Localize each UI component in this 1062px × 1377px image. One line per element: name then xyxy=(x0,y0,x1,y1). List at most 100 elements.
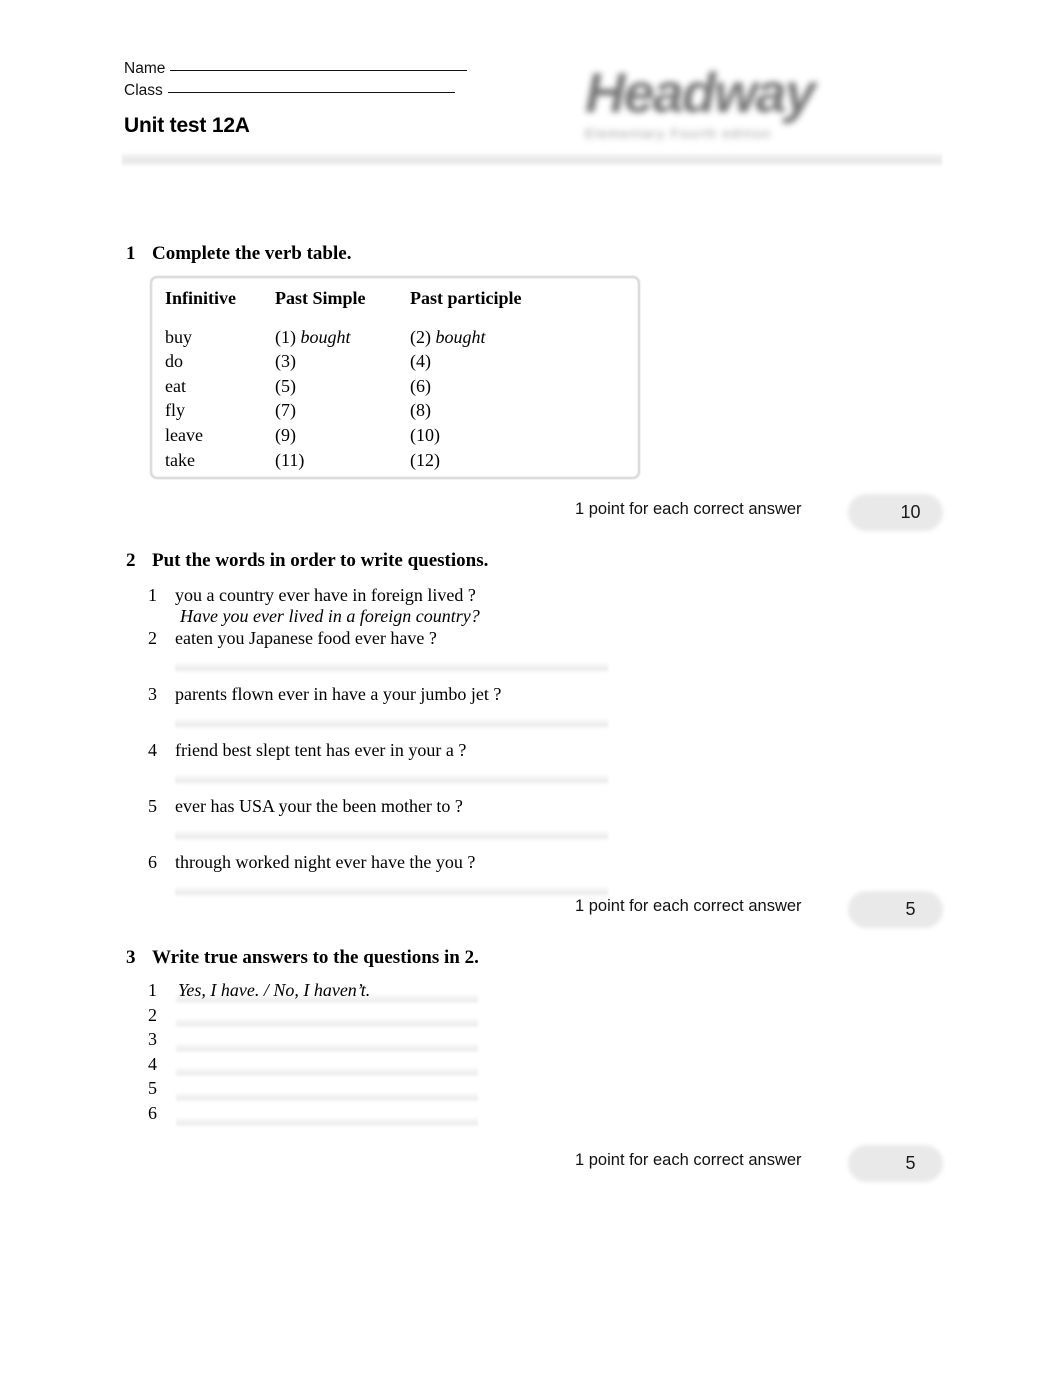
gap-number: (1) xyxy=(275,326,296,347)
exercise-2-question-list: 1 you a country ever have in foreign liv… xyxy=(148,585,608,897)
header-divider-band xyxy=(122,152,942,167)
gap-answer: bought xyxy=(300,326,351,347)
exercise-3-number: 3 xyxy=(126,947,136,968)
answer-write-line[interactable] xyxy=(175,886,608,897)
item-number: 6 xyxy=(148,852,157,872)
item-number: 5 xyxy=(148,1078,157,1099)
item-number: 4 xyxy=(148,1053,157,1074)
exercise-3-heading: 3 Write true answers to the questions in … xyxy=(126,947,479,969)
exercise-3-instruction: Write true answers to the questions in 2… xyxy=(152,947,479,968)
item-number: 3 xyxy=(148,684,157,704)
cell-infinitive: fly xyxy=(165,400,185,421)
class-write-line[interactable] xyxy=(167,91,455,93)
answer-write-line[interactable] xyxy=(175,718,608,729)
gap-answer: bought xyxy=(435,326,486,347)
column-header-past-simple: Past Simple xyxy=(275,288,366,308)
exercise-1-score-strip: 1 point for each correct answer 10 xyxy=(575,494,943,534)
list-item: 2 eaten you Japanese food ever have ? xyxy=(148,628,608,649)
gap-number: (2) xyxy=(410,326,431,347)
exercise-3-answer-list: 1 Yes, I have. / No, I haven’t. 2 3 4 5 … xyxy=(148,980,478,1128)
test-worksheet-page: Name Class Unit test 12A Headway Element… xyxy=(0,0,1062,1377)
item-number: 1 xyxy=(148,585,157,605)
list-item: 3 xyxy=(148,1029,478,1054)
score-label: 1 point for each correct answer xyxy=(575,897,802,915)
score-value: 10 xyxy=(900,502,921,522)
answer-write-line[interactable] xyxy=(176,1091,478,1102)
scrambled-words: friend best slept tent has ever in your … xyxy=(175,740,467,760)
list-item: 4 xyxy=(148,1054,478,1079)
answer-write-line[interactable] xyxy=(175,662,608,673)
name-field-row: Name xyxy=(124,58,944,80)
example-answer: Have you ever lived in a foreign country… xyxy=(180,606,480,626)
exercise-2-score-strip: 1 point for each correct answer 5 xyxy=(575,891,943,931)
answer-write-line[interactable] xyxy=(176,1116,478,1127)
item-number: 5 xyxy=(148,796,157,816)
table-row: fly (7) (8) xyxy=(165,398,640,423)
cell-past-participle[interactable]: (4) xyxy=(410,349,610,374)
exercise-1-number: 1 xyxy=(126,243,136,264)
item-number: 2 xyxy=(148,628,157,648)
table-row: do (3) (4) xyxy=(165,349,640,374)
cell-past-participle[interactable]: (2) bought xyxy=(410,325,610,350)
class-label: Class xyxy=(124,82,163,99)
exercise-2-heading: 2 Put the words in order to write questio… xyxy=(126,550,488,572)
item-number: 1 xyxy=(148,980,157,1000)
scrambled-words: you a country ever have in foreign lived… xyxy=(175,585,476,605)
scrambled-words: parents flown ever in have a your jumbo … xyxy=(175,684,502,704)
cell-infinitive: take xyxy=(165,449,195,470)
cell-infinitive: leave xyxy=(165,424,203,445)
list-item: 5 ever has USA your the been mother to ? xyxy=(148,796,608,817)
score-value: 5 xyxy=(905,1153,916,1173)
example-answer: Yes, I have. / No, I haven’t. xyxy=(178,980,371,1000)
cell-past-participle[interactable]: (8) xyxy=(410,398,610,423)
score-label: 1 point for each correct answer xyxy=(575,1151,802,1169)
answer-write-line[interactable] xyxy=(176,1042,478,1053)
answer-write-line[interactable] xyxy=(175,774,608,785)
cell-infinitive: buy xyxy=(165,326,192,347)
cell-past-simple[interactable]: (11) xyxy=(275,448,410,473)
list-item: 1 Yes, I have. / No, I haven’t. xyxy=(148,980,478,1005)
cell-past-participle[interactable]: (12) xyxy=(410,448,610,473)
answer-write-line[interactable] xyxy=(175,830,608,841)
score-label: 1 point for each correct answer xyxy=(575,500,802,518)
item-number: 4 xyxy=(148,740,157,760)
exercise-2-instruction: Put the words in order to write question… xyxy=(152,550,489,571)
worksheet-header: Name Class Unit test 12A xyxy=(124,58,944,138)
cell-infinitive: do xyxy=(165,351,183,372)
answer-write-line[interactable] xyxy=(176,1018,478,1029)
cell-past-participle[interactable]: (10) xyxy=(410,423,610,448)
list-item: 4 friend best slept tent has ever in you… xyxy=(148,740,608,761)
table-row: leave (9) (10) xyxy=(165,423,640,448)
table-row: buy (1) bought (2) bought xyxy=(165,325,640,350)
page-title: Unit test 12A xyxy=(124,114,250,137)
name-label: Name xyxy=(124,60,166,77)
cell-infinitive: eat xyxy=(165,375,186,396)
cell-past-participle[interactable]: (6) xyxy=(410,374,610,399)
list-item: 6 xyxy=(148,1103,478,1128)
cell-past-simple[interactable]: (5) xyxy=(275,374,410,399)
scrambled-words: eaten you Japanese food ever have ? xyxy=(175,628,437,648)
cell-past-simple[interactable]: (9) xyxy=(275,423,410,448)
list-item: 1 you a country ever have in foreign liv… xyxy=(148,585,608,627)
column-header-infinitive: Infinitive xyxy=(165,288,237,308)
exercise-2-number: 2 xyxy=(126,550,136,571)
item-number: 3 xyxy=(148,1029,157,1050)
class-field-row: Class xyxy=(124,80,944,102)
list-item: 6 through worked night ever have the you… xyxy=(148,852,608,873)
list-item: 3 parents flown ever in have a your jumb… xyxy=(148,684,608,705)
table-row: eat (5) (6) xyxy=(165,374,640,399)
list-item: 2 xyxy=(148,1005,478,1030)
cell-past-simple[interactable]: (1) bought xyxy=(275,325,410,350)
item-number: 2 xyxy=(148,1004,157,1025)
scrambled-words: ever has USA your the been mother to ? xyxy=(175,796,463,816)
exercise-1-instruction: Complete the verb table. xyxy=(152,243,352,264)
table-row: take (11) (12) xyxy=(165,448,640,473)
exercise-1-heading: 1 Complete the verb table. xyxy=(126,243,351,265)
name-write-line[interactable] xyxy=(170,69,468,71)
cell-past-simple[interactable]: (3) xyxy=(275,349,410,374)
cell-past-simple[interactable]: (7) xyxy=(275,398,410,423)
exercise-3-score-strip: 1 point for each correct answer 5 xyxy=(575,1145,943,1185)
verb-table-header-row: Infinitive Past Simple Past participle xyxy=(165,286,640,311)
answer-write-line[interactable] xyxy=(176,1067,478,1078)
list-item: 5 xyxy=(148,1078,478,1103)
